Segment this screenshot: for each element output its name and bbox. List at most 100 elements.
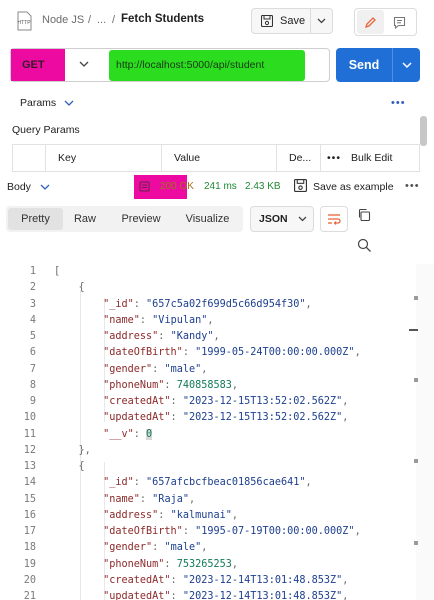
line-number: 12 (23, 444, 36, 456)
chevron-down-icon[interactable] (64, 97, 74, 109)
http-method-select[interactable]: GET (22, 59, 45, 71)
column-divider (320, 145, 321, 171)
code-text: "phoneNum": 740858583, (103, 379, 239, 391)
tab-preview[interactable]: Preview (108, 208, 174, 230)
line-number: 6 (29, 347, 36, 359)
tab-raw[interactable]: Raw (63, 208, 107, 230)
line-number: 10 (23, 412, 36, 424)
code-text: }, (78, 444, 91, 456)
url-input[interactable]: http://localhost:5000/api/student (116, 59, 264, 71)
copy-icon[interactable] (357, 208, 371, 222)
column-divider (161, 145, 162, 171)
code-text: "_id": "657afcbcfbeac01856cae641", (103, 477, 312, 489)
response-time[interactable]: 241 ms (204, 181, 237, 192)
format-label: JSON (259, 213, 288, 225)
code-text: "_id": "657c5a02f699d5c66d954f30", (103, 298, 312, 310)
search-icon[interactable] (357, 238, 372, 253)
format-select[interactable]: JSON (250, 206, 314, 232)
breadcrumb-root[interactable]: Node JS (42, 14, 84, 26)
line-number: 19 (23, 558, 36, 570)
line-number: 11 (23, 428, 36, 440)
status-badge[interactable]: 200 OK (160, 181, 194, 192)
tab-visualize[interactable]: Visualize (174, 208, 241, 230)
line-number: 15 (23, 493, 36, 505)
send-options-button[interactable] (392, 48, 420, 82)
save-icon (261, 15, 273, 27)
breadcrumb-separator: / (88, 14, 92, 26)
chevron-down-icon[interactable] (40, 181, 50, 193)
code-text: "createdAt": "2023-12-15T13:52:02.562Z", (103, 396, 349, 407)
column-header-description: De... (289, 152, 312, 164)
code-text: "gender": "male", (103, 363, 208, 375)
code-text: "updatedAt": "2023-12-14T13:01:48.853Z", (103, 591, 349, 600)
line-number: 3 (29, 298, 36, 310)
line-number: 5 (29, 331, 36, 342)
query-params-heading: Query Params (12, 124, 80, 136)
send-button[interactable]: Send (336, 48, 392, 82)
code-text: { (78, 282, 85, 294)
code-text: "__v": 0 (103, 428, 153, 440)
scroll-marker (414, 296, 418, 300)
line-number: 21 (23, 591, 36, 600)
line-number: 16 (23, 509, 36, 521)
chevron-down-icon (298, 216, 307, 222)
save-icon (294, 179, 307, 192)
scroll-marker (414, 459, 418, 463)
tab-response-body[interactable]: Body (7, 181, 31, 193)
code-text: "name": "Vipulan", (103, 314, 214, 326)
line-number: 4 (29, 314, 36, 326)
http-file-icon: HTTP (17, 11, 32, 31)
code-text: "updatedAt": "2023-12-15T13:52:02.562Z", (103, 412, 349, 424)
wrap-lines-button[interactable] (320, 206, 348, 232)
code-scrollbar[interactable] (416, 264, 434, 600)
more-options-icon[interactable]: ••• (327, 152, 341, 164)
line-number: 2 (29, 282, 36, 294)
scroll-position-indicator (409, 329, 418, 331)
pencil-icon (364, 16, 376, 28)
tab-params[interactable]: Params (20, 97, 56, 109)
query-params-table: Key Value De... ••• Bulk Edit (12, 144, 420, 172)
code-text: "gender": "male", (103, 542, 208, 554)
response-size[interactable]: 2.43 KB (245, 181, 281, 192)
code-text: "dateOfBirth": "1995-07-19T00:00:00.000Z… (103, 526, 361, 537)
line-number: 13 (23, 461, 36, 472)
code-text: "name": "Raja", (103, 493, 196, 505)
comment-icon (393, 16, 406, 29)
wrap-lines-icon (328, 214, 341, 225)
save-as-example-button[interactable]: Save as example (313, 181, 394, 193)
code-text: [ (54, 266, 61, 277)
save-label: Save (280, 15, 306, 27)
line-number: 7 (29, 363, 36, 375)
line-number: 18 (23, 542, 36, 554)
code-text: { (78, 461, 85, 472)
line-number: 20 (23, 574, 36, 586)
code-text: "address": "kalmunai", (103, 509, 239, 521)
edit-mode-button[interactable] (357, 10, 384, 34)
bulk-edit-link[interactable]: Bulk Edit (351, 152, 392, 164)
request-title[interactable]: Fetch Students (121, 13, 204, 25)
more-options-icon[interactable]: ••• (391, 97, 406, 109)
response-view-tabs: Pretty Raw Preview Visualize (6, 206, 243, 232)
breadcrumb-ellipsis[interactable]: ... (97, 14, 106, 26)
line-number: 14 (23, 477, 36, 489)
line-number: 8 (29, 379, 36, 391)
save-options-button[interactable] (311, 8, 333, 34)
svg-text:HTTP: HTTP (17, 20, 31, 26)
column-header-value: Value (174, 152, 201, 164)
code-text: "createdAt": "2023-12-14T13:01:48.853Z", (103, 574, 349, 586)
chevron-down-icon (401, 61, 412, 68)
line-number: 17 (23, 526, 36, 537)
chevron-down-icon (317, 18, 326, 24)
documentation-mode-button[interactable] (386, 10, 413, 34)
more-options-icon[interactable]: ••• (405, 180, 420, 192)
line-number: 9 (29, 396, 36, 407)
chevron-down-icon[interactable] (79, 58, 89, 70)
column-divider (45, 145, 46, 171)
breadcrumb-separator: / (112, 14, 116, 26)
scrollbar[interactable] (420, 116, 427, 146)
globe-icon (139, 181, 150, 192)
tab-pretty[interactable]: Pretty (8, 208, 63, 230)
code-text: "dateOfBirth": "1999-05-24T00:00:00.000Z… (103, 347, 361, 359)
response-body-code[interactable]: 1 [2 {3 "_id": "657c5a02f699d5c66d954f30"… (0, 264, 404, 600)
save-button[interactable]: Save (251, 8, 311, 34)
